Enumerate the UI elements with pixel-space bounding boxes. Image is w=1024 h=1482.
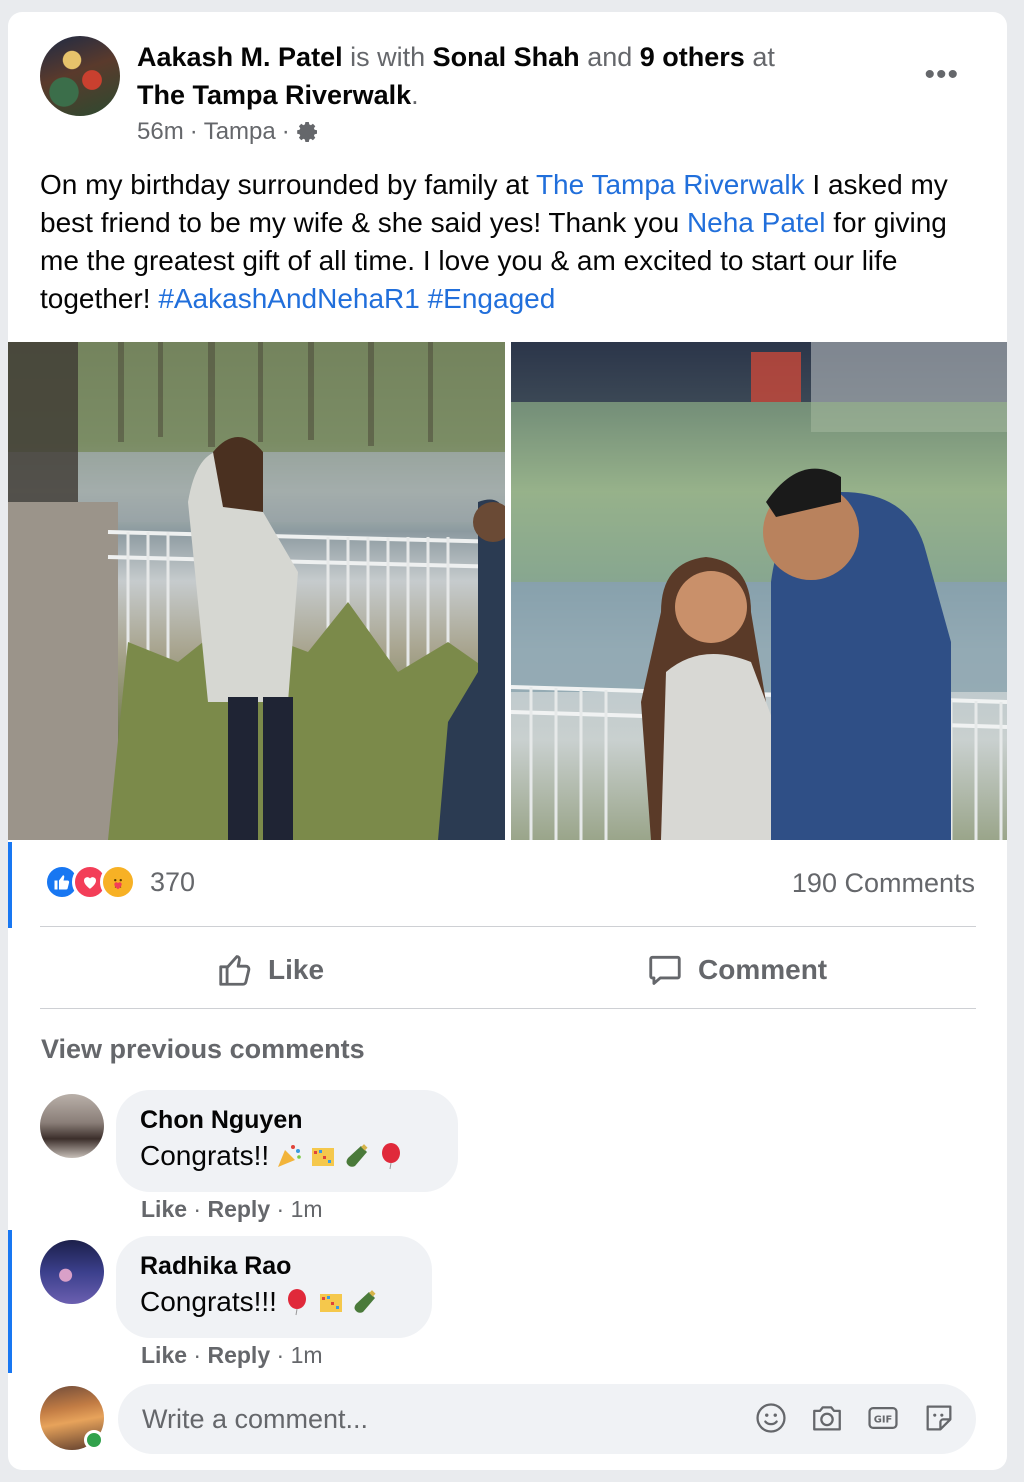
action-separator: · xyxy=(193,1196,202,1222)
more-icon[interactable]: ••• xyxy=(924,58,959,92)
and-label: and xyxy=(587,42,633,72)
comment-actions: Like · Reply · 1m xyxy=(141,1196,323,1223)
confetti-ball-icon xyxy=(319,1294,342,1312)
care-reaction-icon xyxy=(100,864,136,900)
author-avatar[interactable] xyxy=(40,36,120,116)
tagged-friend-link[interactable]: Sonal Shah xyxy=(433,42,580,72)
comment-button-label: Comment xyxy=(698,954,828,985)
header-period: . xyxy=(411,80,419,110)
post-card: Aakash M. Patel is with Sonal Shah and 9… xyxy=(8,12,1007,1470)
comment-like-link[interactable]: Like xyxy=(141,1196,187,1222)
meta-separator: · xyxy=(281,118,290,145)
balloon-icon xyxy=(287,1289,306,1316)
comment-reply-link[interactable]: Reply xyxy=(207,1342,270,1368)
post-header: Aakash M. Patel is with Sonal Shah and 9… xyxy=(137,38,897,114)
party-popper-icon xyxy=(278,1145,301,1167)
post-text-part: On my birthday surrounded by family at xyxy=(40,169,536,200)
comment-bubble: Radhika Rao Congrats!!! xyxy=(116,1236,432,1338)
comment-like-link[interactable]: Like xyxy=(141,1342,187,1368)
comment-text-content: Congrats!! xyxy=(140,1140,270,1171)
post-text: On my birthday surrounded by family at T… xyxy=(40,166,980,318)
svg-text:GIF: GIF xyxy=(874,1414,893,1425)
hashtag-link[interactable]: #AakashAndNehaR1 xyxy=(158,283,420,314)
others-link[interactable]: 9 others xyxy=(640,42,745,72)
comment-text: Congrats!!! xyxy=(140,1282,408,1322)
comments-count-link[interactable]: 190 Comments xyxy=(792,868,975,899)
gif-icon[interactable]: GIF xyxy=(866,1401,900,1435)
comment-text: Congrats!! xyxy=(140,1136,434,1176)
hashtag-link[interactable]: #Engaged xyxy=(428,283,556,314)
view-previous-comments-link[interactable]: View previous comments xyxy=(41,1034,365,1065)
avatar[interactable] xyxy=(40,1240,104,1304)
sticker-icon[interactable] xyxy=(922,1401,956,1435)
post-text-space xyxy=(420,283,428,314)
reaction-count: 370 xyxy=(150,866,196,897)
comment-input[interactable] xyxy=(142,1384,742,1454)
action-separator: · xyxy=(276,1342,285,1368)
author-name[interactable]: Aakash M. Patel xyxy=(137,42,343,72)
post-time[interactable]: 56m xyxy=(137,118,184,146)
photo-embrace[interactable] xyxy=(511,342,1007,840)
comment-time[interactable]: 1m xyxy=(291,1342,323,1368)
champagne-bottle-icon xyxy=(354,1290,376,1313)
with-label: is with xyxy=(350,42,426,72)
like-button[interactable]: Like xyxy=(216,942,324,998)
emoji-icon[interactable] xyxy=(754,1401,788,1435)
comment-bubble: Chon Nguyen Congrats!! xyxy=(116,1090,458,1192)
avatar[interactable] xyxy=(40,1094,104,1158)
at-label: at xyxy=(752,42,775,72)
online-status-dot xyxy=(84,1430,104,1450)
gear-icon[interactable] xyxy=(296,120,320,144)
comment-actions: Like · Reply · 1m xyxy=(141,1342,323,1369)
action-separator: · xyxy=(193,1342,202,1368)
meta-separator: · xyxy=(189,118,198,145)
balloon-icon xyxy=(382,1143,401,1170)
divider xyxy=(40,926,976,927)
comment-button[interactable]: Comment xyxy=(646,942,827,998)
comment-time[interactable]: 1m xyxy=(291,1196,323,1222)
place-link[interactable]: The Tampa Riverwalk xyxy=(536,169,805,200)
confetti-ball-icon xyxy=(312,1148,335,1166)
composer-icons: GIF xyxy=(754,1401,956,1435)
comment-bubble-icon xyxy=(649,955,681,985)
commenter-name[interactable]: Chon Nguyen xyxy=(140,1104,434,1136)
location-link[interactable]: The Tampa Riverwalk xyxy=(137,80,411,110)
like-button-label: Like xyxy=(268,954,325,985)
comment-reply-link[interactable]: Reply xyxy=(207,1196,270,1222)
camera-icon[interactable] xyxy=(810,1401,844,1435)
reaction-summary[interactable]: 370 xyxy=(44,864,195,900)
post-meta: 56m · Tampa · xyxy=(137,118,320,146)
thumbs-up-icon xyxy=(219,955,251,986)
photo-proposal[interactable] xyxy=(8,342,505,840)
focus-indicator xyxy=(8,1230,12,1373)
divider xyxy=(40,1008,976,1009)
focus-indicator xyxy=(8,842,12,928)
action-separator: · xyxy=(276,1196,285,1222)
comment-text-content: Congrats!!! xyxy=(140,1286,277,1317)
champagne-bottle-icon xyxy=(346,1144,368,1167)
comment-composer[interactable]: GIF xyxy=(118,1384,976,1454)
person-link[interactable]: Neha Patel xyxy=(687,207,826,238)
commenter-name[interactable]: Radhika Rao xyxy=(140,1250,408,1282)
post-city[interactable]: Tampa xyxy=(204,118,276,146)
